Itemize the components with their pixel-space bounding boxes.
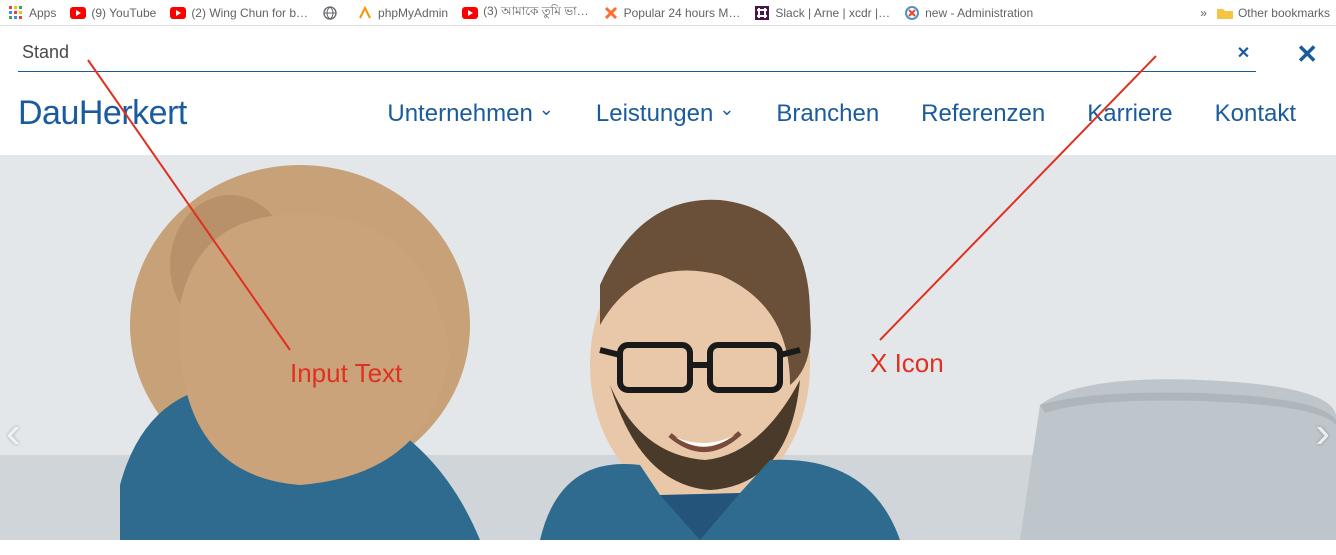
carousel-prev-icon[interactable]: ‹ [6, 408, 21, 458]
site-logo[interactable]: DauHerkert [18, 94, 187, 133]
apps-icon [8, 5, 24, 21]
search-input[interactable] [18, 36, 1256, 72]
bookmarks-bar: Apps (9) YouTube (2) Wing Chun for b… ph… [0, 0, 1336, 26]
slack-icon [754, 5, 770, 21]
bookmark-item[interactable]: phpMyAdmin [357, 5, 448, 21]
hero-illustration [0, 155, 1336, 540]
clear-search-icon[interactable]: ✕ [1237, 43, 1250, 63]
youtube-icon [462, 5, 478, 21]
joomla-icon [904, 5, 920, 21]
main-nav: Unternehmen Leistungen Branchen Referenz… [387, 100, 1296, 128]
phpmyadmin-icon [357, 5, 373, 21]
youtube-icon [170, 5, 186, 21]
other-bookmarks-button[interactable]: Other bookmarks [1217, 5, 1330, 21]
apps-label: Apps [29, 6, 56, 20]
bookmark-item[interactable]: (2) Wing Chun for b… [170, 5, 308, 21]
bookmark-label: (3) আমাকে তুমি ভা… [483, 3, 589, 23]
nav-branchen[interactable]: Branchen [776, 100, 879, 128]
bookmark-item[interactable]: Slack | Arne | xcdr |… [754, 5, 890, 21]
bookmarks-more-button[interactable]: » [1200, 6, 1207, 20]
bookmark-label: (9) YouTube [91, 6, 156, 20]
bookmark-apps[interactable]: Apps [8, 5, 56, 21]
bookmark-item[interactable]: new - Administration [904, 5, 1033, 21]
logo-prefix: Dau [18, 94, 79, 132]
folder-icon [1217, 5, 1233, 21]
carousel-next-icon[interactable]: › [1315, 408, 1330, 458]
bookmark-label: new - Administration [925, 6, 1033, 20]
bookmark-item[interactable]: (3) আমাকে তুমি ভা… [462, 3, 589, 23]
x-orange-icon [603, 5, 619, 21]
other-bookmarks-label: Other bookmarks [1238, 6, 1330, 20]
bookmark-item[interactable]: (9) YouTube [70, 5, 156, 21]
nav-leistungen[interactable]: Leistungen [596, 100, 735, 128]
bookmark-item[interactable] [322, 5, 343, 21]
nav-referenzen[interactable]: Referenzen [921, 100, 1045, 128]
bookmarks-overflow: » Other bookmarks [1200, 5, 1330, 21]
bookmark-label: Popular 24 hours M… [624, 6, 741, 20]
nav-karriere[interactable]: Karriere [1087, 100, 1172, 128]
nav-unternehmen[interactable]: Unternehmen [387, 100, 554, 128]
globe-icon [322, 5, 338, 21]
bookmark-label: phpMyAdmin [378, 6, 448, 20]
bookmark-label: (2) Wing Chun for b… [191, 6, 308, 20]
bookmark-item[interactable]: Popular 24 hours M… [603, 5, 741, 21]
site-search-wrap: ✕ [18, 36, 1256, 72]
youtube-icon [70, 5, 86, 21]
nav-kontakt[interactable]: Kontakt [1215, 100, 1296, 128]
logo-rest: Herkert [79, 94, 187, 132]
hero-carousel: ‹ › [0, 155, 1336, 540]
site-header: DauHerkert Unternehmen Leistungen Branch… [0, 72, 1336, 155]
bookmark-label: Slack | Arne | xcdr |… [775, 6, 890, 20]
close-search-icon[interactable]: ✕ [1296, 39, 1318, 70]
site-search-row: ✕ ✕ [0, 26, 1336, 72]
